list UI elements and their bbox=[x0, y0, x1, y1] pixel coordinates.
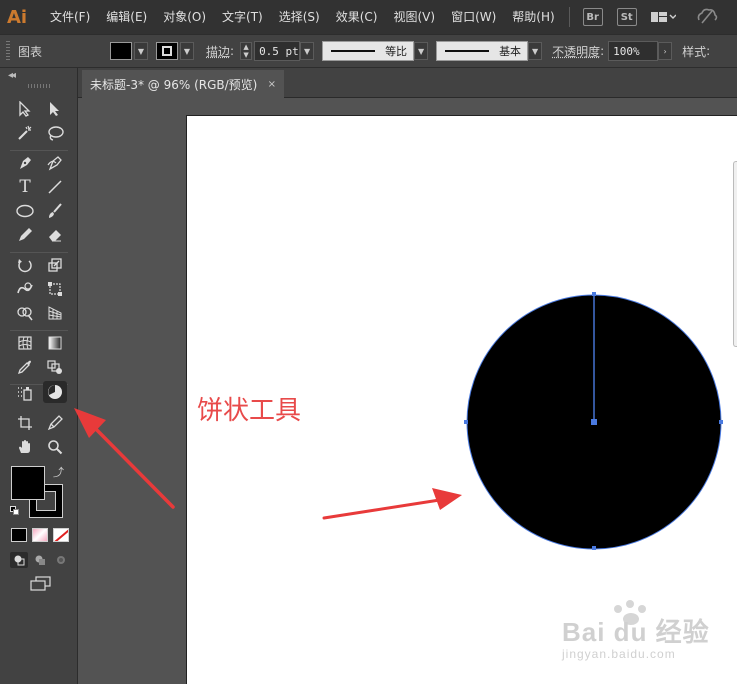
hand-tool-icon[interactable] bbox=[13, 436, 37, 458]
watermark-line2: jingyan.baidu.com bbox=[562, 647, 676, 661]
opacity-field[interactable]: 100% bbox=[608, 41, 659, 61]
stroke-swatch-dropdown[interactable]: ▼ bbox=[180, 42, 194, 60]
line-segment-tool-icon[interactable] bbox=[43, 176, 67, 198]
opacity-label[interactable]: 不透明度 bbox=[552, 43, 600, 60]
eraser-tool-icon[interactable] bbox=[43, 224, 67, 246]
free-transform-tool-icon[interactable] bbox=[43, 278, 67, 300]
control-bar: 图表 ▼ ▼ 描边 : ▲ ▼ 0.5 pt ▼ 等比 ▼ 基本 ▼ 不透明度 :… bbox=[0, 34, 737, 68]
gradient-tool-icon[interactable] bbox=[43, 332, 67, 354]
artboard-tool-icon[interactable] bbox=[13, 412, 37, 434]
stroke-label[interactable]: 描边 bbox=[206, 43, 230, 60]
fill-dropdown[interactable]: ▼ bbox=[134, 42, 148, 60]
rotate-tool-icon[interactable] bbox=[13, 254, 37, 276]
stroke-weight-field[interactable]: 0.5 pt bbox=[254, 41, 301, 61]
menu-edit[interactable]: 编辑(E) bbox=[98, 0, 155, 34]
watermark-line1: Bai du 经验 bbox=[562, 617, 710, 647]
menu-view[interactable]: 视图(V) bbox=[385, 0, 443, 34]
sync-settings-icon[interactable] bbox=[696, 7, 718, 28]
style-label: 样式 bbox=[682, 44, 707, 59]
panel-grip[interactable] bbox=[6, 41, 10, 61]
warp-tool-icon[interactable] bbox=[13, 278, 37, 300]
brush-dropdown[interactable]: ▼ bbox=[528, 42, 543, 60]
mesh-tool-icon[interactable] bbox=[13, 332, 37, 354]
opacity-colon: : bbox=[600, 44, 605, 58]
menu-file[interactable]: 文件(F) bbox=[42, 0, 98, 34]
lasso-tool-icon[interactable] bbox=[43, 122, 67, 144]
document-tab[interactable]: 未标题-3* @ 96% (RGB/预览) × bbox=[82, 70, 284, 98]
default-fill-stroke-icon[interactable] bbox=[10, 506, 20, 516]
stock-button[interactable]: St bbox=[616, 8, 637, 26]
pie-graph-tool-icon[interactable] bbox=[43, 381, 67, 403]
annotation-label: 饼状工具 bbox=[197, 396, 302, 426]
tools-grip[interactable] bbox=[28, 84, 50, 88]
swap-fill-stroke-icon[interactable]: ⤴ bbox=[53, 464, 64, 480]
eyedropper-tool-icon[interactable] bbox=[13, 356, 37, 378]
selection-type-label: 图表 bbox=[18, 44, 43, 59]
profile-dropdown[interactable]: ▼ bbox=[414, 42, 429, 60]
stroke-weight-stepper[interactable]: ▲ ▼ bbox=[240, 42, 253, 60]
type-tool-icon[interactable]: T bbox=[13, 176, 37, 198]
curvature-tool-icon[interactable] bbox=[43, 152, 67, 174]
magic-wand-tool-icon[interactable] bbox=[13, 122, 37, 144]
color-mode-button[interactable] bbox=[11, 528, 27, 542]
style-colon: : bbox=[706, 44, 711, 58]
scale-tool-icon[interactable] bbox=[43, 254, 67, 276]
ellipse-tool-icon[interactable] bbox=[13, 200, 37, 222]
menu-object[interactable]: 对象(O) bbox=[155, 0, 214, 34]
brush-definition[interactable]: 基本 bbox=[436, 41, 529, 61]
workspace-switcher-icon[interactable] bbox=[650, 10, 676, 24]
menu-type[interactable]: 文字(T) bbox=[214, 0, 271, 34]
collapsed-panel-edge[interactable] bbox=[733, 161, 737, 347]
none-mode-button[interactable] bbox=[53, 528, 69, 542]
slice-tool-icon[interactable] bbox=[43, 412, 67, 434]
menu-separator bbox=[568, 7, 570, 27]
collapse-panel-icon[interactable]: ◂◂ bbox=[8, 70, 16, 81]
document-tab-title: 未标题-3* @ 96% (RGB/预览) bbox=[90, 77, 258, 92]
direct-selection-tool-icon[interactable] bbox=[43, 98, 67, 120]
menu-effect[interactable]: 效果(C) bbox=[328, 0, 386, 34]
brush-label: 基本 bbox=[499, 45, 522, 58]
bridge-button[interactable]: Br bbox=[582, 8, 603, 26]
symbol-sprayer-tool-icon[interactable] bbox=[13, 382, 37, 404]
watermark: Bai du 经验 jingyan.baidu.com bbox=[562, 612, 710, 661]
shape-builder-tool-icon[interactable] bbox=[13, 302, 37, 324]
stroke-weight-dropdown[interactable]: ▼ bbox=[300, 42, 315, 60]
draw-behind-icon[interactable] bbox=[31, 552, 49, 568]
document-tab-bar: 未标题-3* @ 96% (RGB/预览) × bbox=[78, 68, 737, 98]
profile-label: 等比 bbox=[385, 45, 408, 58]
app-logo: Ai bbox=[6, 6, 28, 28]
draw-normal-icon[interactable] bbox=[10, 552, 28, 568]
selection-tool-icon[interactable] bbox=[13, 98, 37, 120]
gradient-mode-button[interactable] bbox=[32, 528, 48, 542]
close-icon[interactable]: × bbox=[268, 79, 276, 90]
stroke-swatch[interactable] bbox=[156, 42, 178, 60]
menu-help[interactable]: 帮助(H) bbox=[504, 0, 562, 34]
canvas-area[interactable] bbox=[78, 99, 737, 684]
stroke-colon: : bbox=[230, 44, 235, 58]
screen-mode-icon[interactable] bbox=[30, 576, 52, 595]
menu-window[interactable]: 窗口(W) bbox=[443, 0, 504, 34]
menu-select[interactable]: 选择(S) bbox=[271, 0, 328, 34]
paintbrush-tool-icon[interactable] bbox=[43, 200, 67, 222]
fill-color-box[interactable] bbox=[11, 466, 45, 500]
fill-swatch[interactable] bbox=[110, 42, 132, 60]
zoom-tool-icon[interactable] bbox=[43, 436, 67, 458]
pencil-tool-icon[interactable] bbox=[13, 224, 37, 246]
draw-inside-icon[interactable] bbox=[52, 552, 70, 568]
blend-tool-icon[interactable] bbox=[43, 356, 67, 378]
perspective-grid-tool-icon[interactable] bbox=[43, 302, 67, 324]
menu-bar: Ai 文件(F) 编辑(E) 对象(O) 文字(T) 选择(S) 效果(C) 视… bbox=[0, 0, 737, 34]
pen-tool-icon[interactable] bbox=[13, 152, 37, 174]
variable-width-profile[interactable]: 等比 bbox=[322, 41, 415, 61]
opacity-arrow[interactable]: › bbox=[658, 42, 673, 60]
tools-panel: ◂◂ T ⤴ bbox=[0, 68, 78, 684]
